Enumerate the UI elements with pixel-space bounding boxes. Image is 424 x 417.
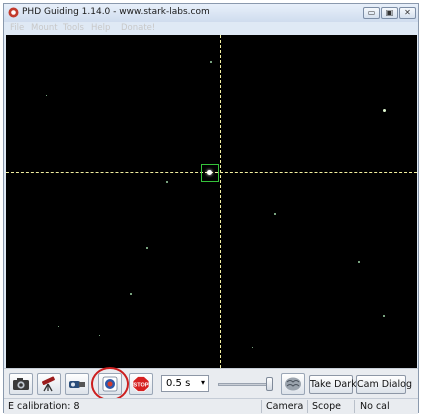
camera-image-view[interactable] [6, 35, 417, 368]
toolbar: STOP 0.5 s ▾ Take Dark Cam Dialog [4, 367, 418, 401]
camera-connect-button[interactable] [9, 373, 33, 395]
take-dark-button[interactable]: Take Dark [309, 375, 357, 394]
menu-file[interactable]: File [10, 23, 24, 33]
menu-bar: File Mount Tools Help Donate! [4, 22, 418, 35]
star [210, 61, 212, 63]
maximize-button[interactable]: ▣ [381, 7, 398, 19]
status-scope: Scope [312, 401, 341, 412]
star [383, 315, 385, 317]
menu-help[interactable]: Help [91, 23, 110, 33]
star [99, 335, 100, 336]
title-bar: PHD Guiding 1.14.0 - www.stark-labs.com … [4, 4, 418, 22]
star [146, 247, 148, 249]
gamma-slider-track[interactable] [218, 383, 270, 386]
status-bar: E calibration: 8 Camera Scope No cal [4, 398, 418, 414]
loop-exposure-button[interactable] [65, 373, 89, 395]
guide-star [207, 170, 212, 175]
star [383, 109, 386, 112]
stop-icon: STOP [132, 376, 150, 392]
gear-cable-icon [69, 381, 85, 388]
status-message: E calibration: 8 [8, 401, 80, 412]
brain-advanced-settings-button[interactable] [281, 373, 305, 395]
telescope-icon [42, 376, 55, 392]
stop-label: STOP [134, 383, 149, 389]
star [166, 181, 168, 183]
chevron-down-icon: ▾ [200, 378, 205, 387]
gamma-slider-thumb[interactable] [266, 377, 273, 391]
menu-tools[interactable]: Tools [63, 23, 84, 33]
cam-dialog-button[interactable]: Cam Dialog [356, 375, 412, 394]
status-divider [307, 400, 308, 413]
status-divider [354, 400, 355, 413]
star [58, 326, 59, 327]
menu-mount[interactable]: Mount [31, 23, 58, 33]
status-divider [261, 400, 262, 413]
minimize-button[interactable]: ▭ [363, 7, 380, 19]
status-camera: Camera [266, 401, 304, 412]
crosshair-vertical [220, 35, 221, 368]
stop-button[interactable]: STOP [129, 373, 153, 395]
star [252, 347, 253, 348]
brain-icon [285, 377, 301, 391]
star [358, 261, 360, 263]
star [46, 95, 47, 96]
exposure-duration-select[interactable]: 0.5 s ▾ [161, 375, 209, 392]
window-title: PHD Guiding 1.14.0 - www.stark-labs.com [22, 7, 210, 17]
app-window: PHD Guiding 1.14.0 - www.stark-labs.com … [3, 3, 419, 414]
close-button[interactable]: ✕ [399, 7, 416, 19]
menu-donate[interactable]: Donate! [121, 23, 155, 33]
camera-icon [13, 378, 29, 390]
highlight-circle [91, 367, 129, 401]
star [274, 213, 276, 215]
phd-app-icon [8, 7, 19, 18]
exposure-value: 0.5 s [166, 378, 191, 389]
star [130, 293, 132, 295]
mount-connect-button[interactable] [37, 373, 61, 395]
status-calibration: No cal [360, 401, 390, 412]
